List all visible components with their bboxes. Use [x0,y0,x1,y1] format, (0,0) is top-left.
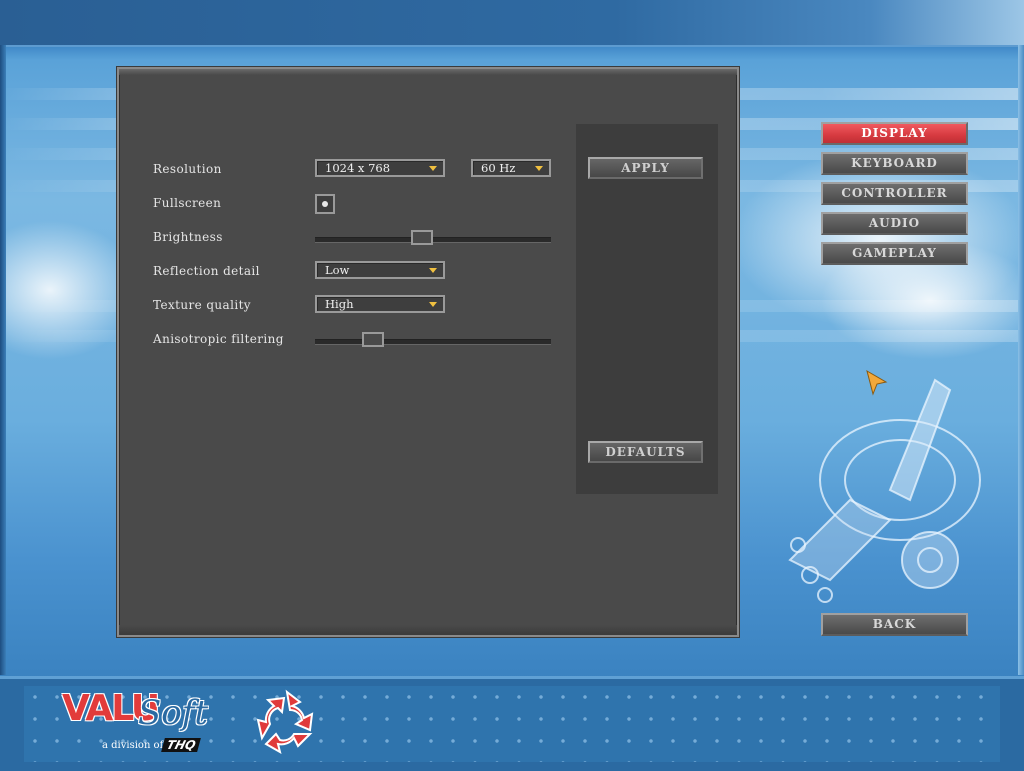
brightness-slider-thumb[interactable] [411,230,433,245]
brightness-slider[interactable] [315,230,551,245]
anisotropic-filtering-slider-thumb[interactable] [362,332,384,347]
nav-keyboard-button[interactable]: KEYBOARD [821,152,968,175]
nav-audio-button[interactable]: AUDIO [821,212,968,235]
valusoft-logo-soft: Soft [138,693,209,733]
resolution-value: 1024 x 768 [325,161,391,175]
right-edge [1018,45,1024,675]
texture-quality-label: Texture quality [153,298,251,312]
reflection-detail-value: Low [325,263,350,277]
nav-controller-button[interactable]: CONTROLLER [821,182,968,205]
reflection-detail-label: Reflection detail [153,264,260,278]
texture-quality-value: High [325,297,354,311]
reflection-detail-dropdown[interactable]: Low [315,261,445,279]
swirl-logo-icon [256,689,314,754]
top-bar [0,0,1024,47]
nav-gameplay-button[interactable]: GAMEPLAY [821,242,968,265]
defaults-button[interactable]: DEFAULTS [588,441,703,463]
display-options-panel: Resolution 1024 x 768 60 Hz Fullscreen B… [117,67,739,637]
texture-quality-dropdown[interactable]: High [315,295,445,313]
refresh-rate-dropdown[interactable]: 60 Hz [471,159,551,177]
anisotropic-filtering-label: Anisotropic filtering [153,332,284,346]
anisotropic-filtering-slider[interactable] [315,332,551,347]
fullscreen-checkbox[interactable] [315,194,335,214]
action-column [576,124,718,494]
panel-header [119,69,737,75]
brightness-label: Brightness [153,230,223,244]
chevron-down-icon [429,268,437,273]
chevron-down-icon [429,302,437,307]
apply-button[interactable]: APPLY [588,157,703,179]
engine-illustration [788,378,981,603]
nav-display-button[interactable]: DISPLAY [821,122,968,145]
resolution-dropdown[interactable]: 1024 x 768 [315,159,445,177]
fullscreen-label: Fullscreen [153,196,222,210]
left-edge [0,45,6,675]
resolution-label: Resolution [153,162,222,176]
check-dot-icon [322,201,328,207]
thq-logo: THQ [161,738,202,752]
division-text: a division of [102,740,164,751]
chevron-down-icon [429,166,437,171]
refresh-rate-value: 60 Hz [481,161,516,175]
back-button[interactable]: BACK [821,613,968,636]
panel-footer [119,625,737,635]
chevron-down-icon [535,166,543,171]
